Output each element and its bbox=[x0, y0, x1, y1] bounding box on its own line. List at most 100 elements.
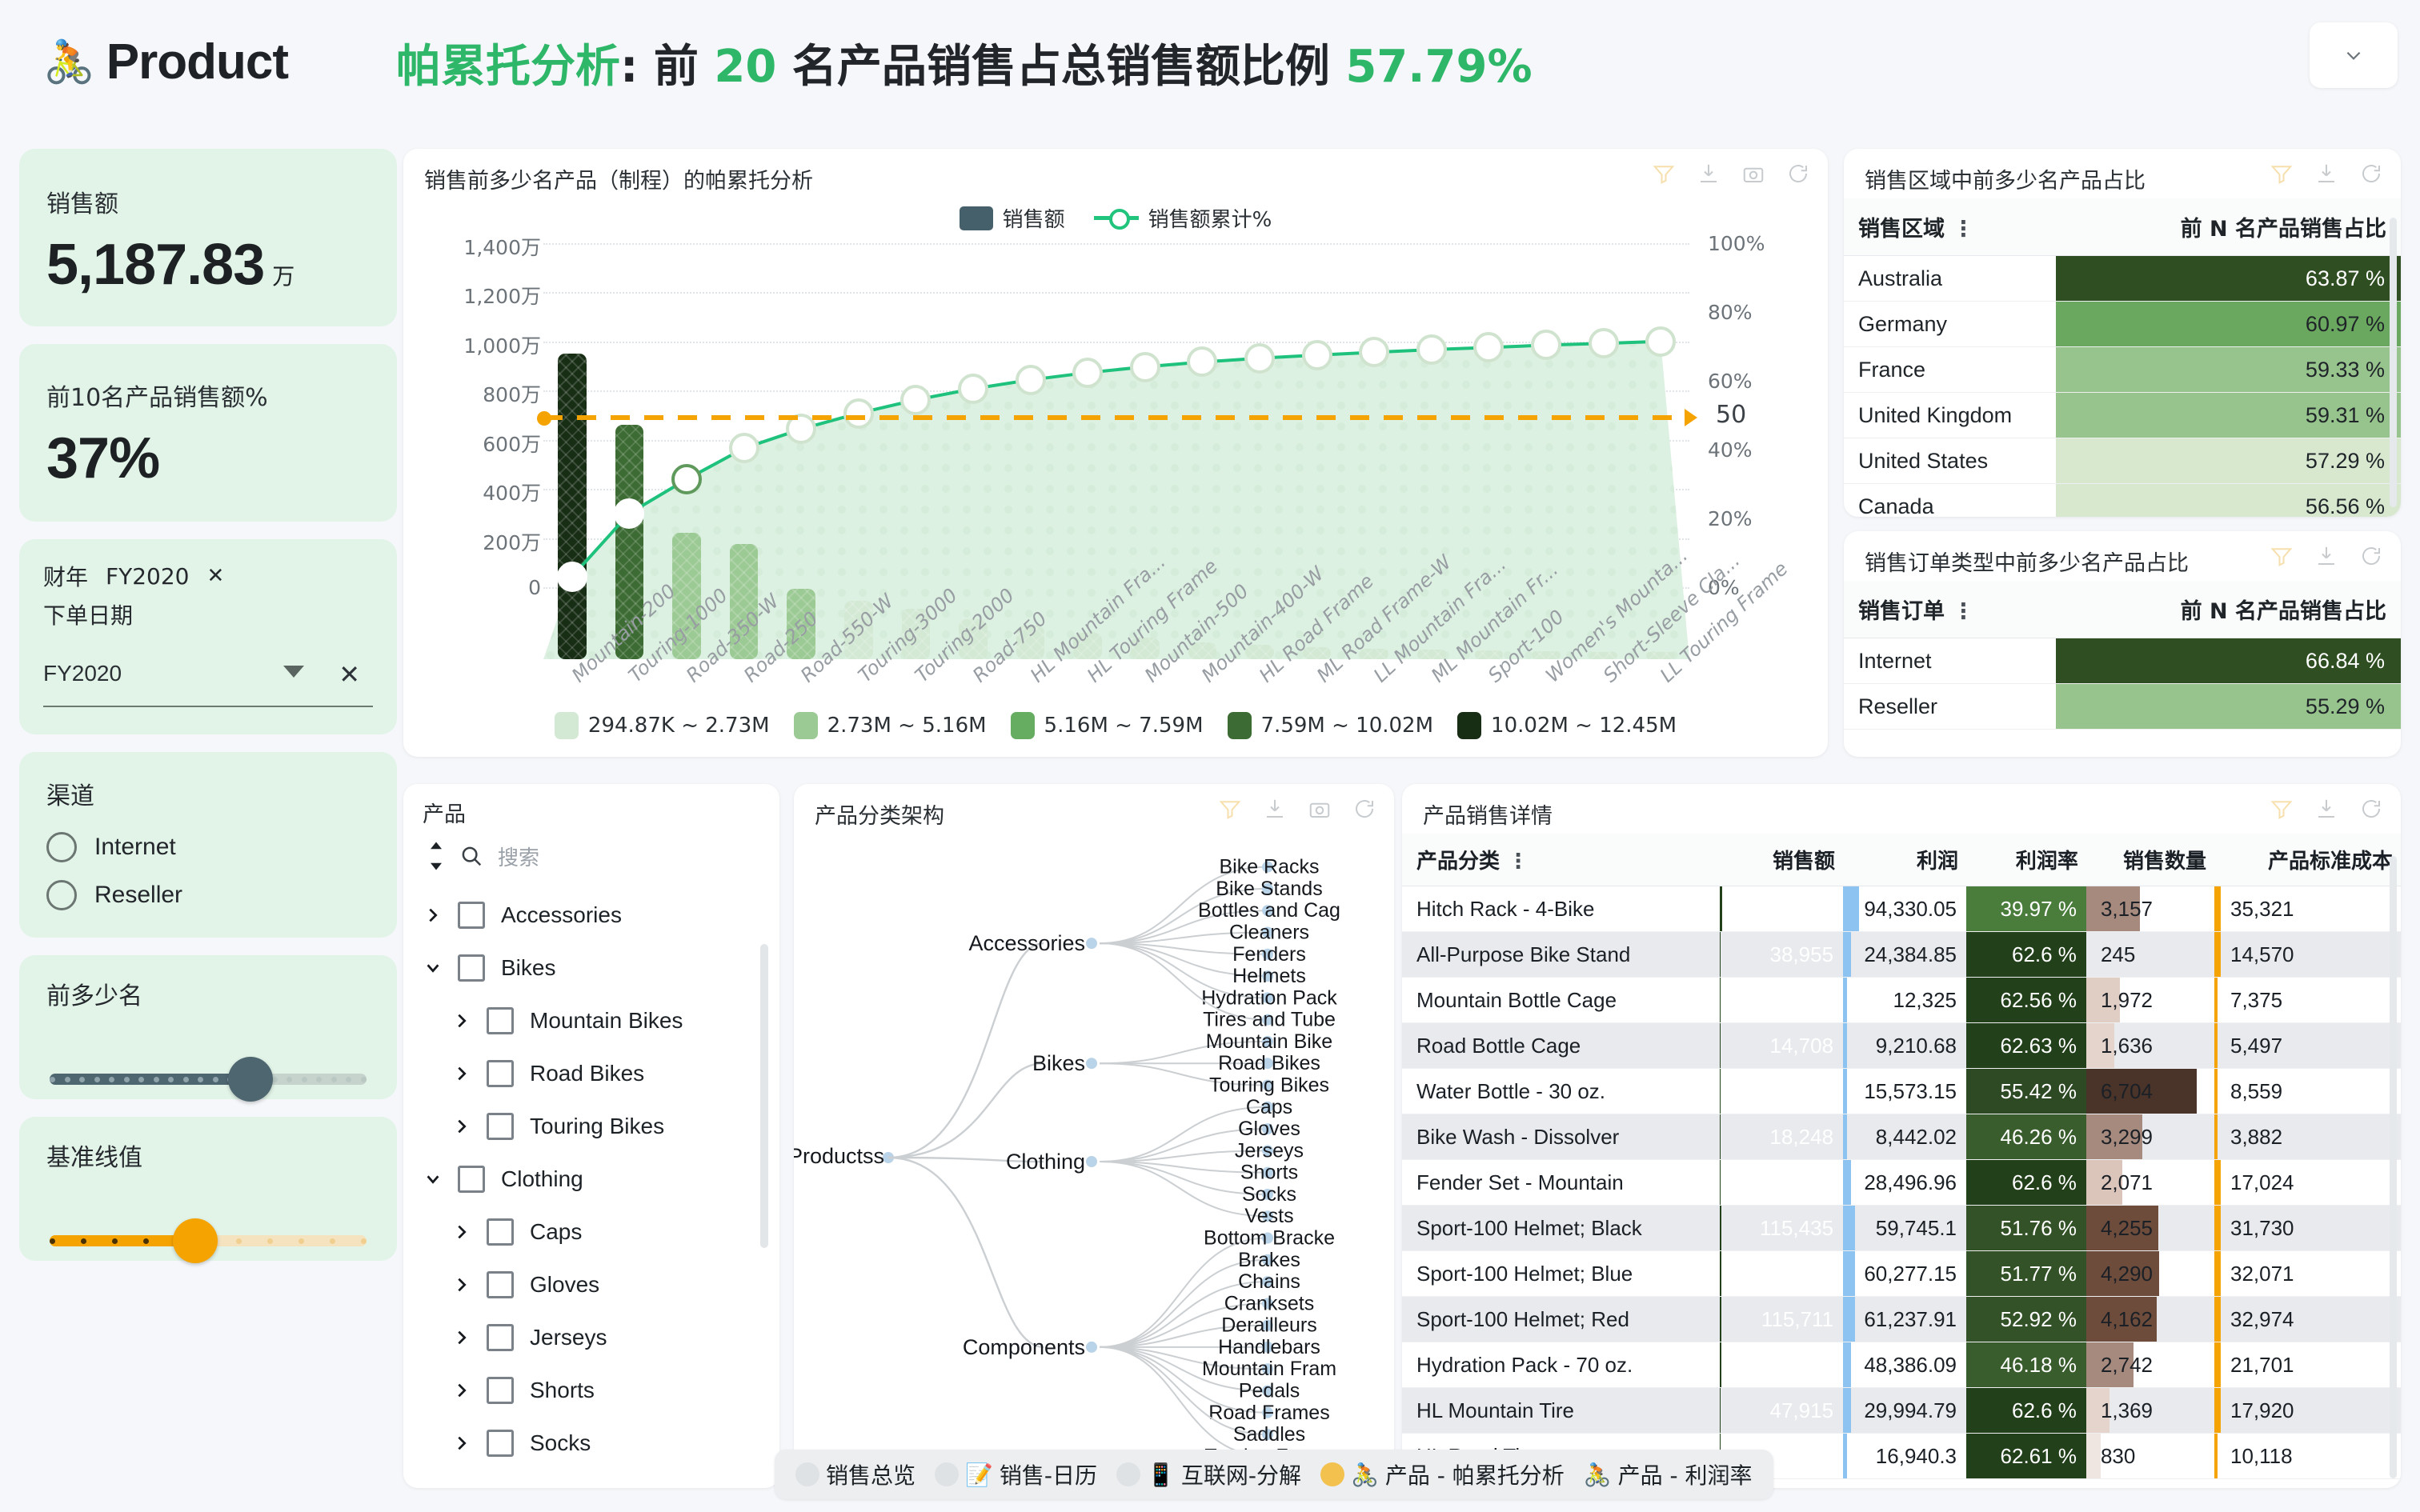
details-col-qty[interactable]: 销售数量 bbox=[2085, 834, 2214, 886]
table-row[interactable]: Sport-100 Helmet; Black 115,435 59,745.1 51… bbox=[1402, 1205, 2401, 1251]
refresh-icon[interactable] bbox=[2359, 797, 2383, 821]
region-col-name[interactable]: 销售区域 ⋮ bbox=[1844, 198, 2056, 256]
checkbox[interactable] bbox=[487, 1271, 514, 1298]
table-row[interactable]: United Kingdom 59.31 % bbox=[1844, 392, 2401, 438]
tree-item-shorts[interactable]: Shorts bbox=[424, 1364, 779, 1417]
chevron-down-icon[interactable] bbox=[424, 959, 442, 977]
table-row[interactable]: Water Bottle - 30 oz. 15,573.15 55.42 % 6,7… bbox=[1402, 1068, 2401, 1114]
order-col-name[interactable]: 销售订单 ⋮ bbox=[1844, 581, 2056, 638]
line-marker[interactable] bbox=[1187, 346, 1218, 378]
tree-item-mountain-bikes[interactable]: Mountain Bikes bbox=[424, 994, 779, 1047]
refresh-icon[interactable] bbox=[1352, 797, 1376, 821]
chevron-right-icon[interactable] bbox=[453, 1382, 471, 1399]
chevron-right-icon[interactable] bbox=[453, 1012, 471, 1030]
color-legend-item[interactable]: 294.87K ~ 2.73M bbox=[554, 712, 770, 739]
details-col-rate[interactable]: 利润率 bbox=[1966, 834, 2086, 886]
chevron-right-icon[interactable] bbox=[453, 1276, 471, 1294]
line-marker[interactable] bbox=[1129, 351, 1160, 382]
chevron-right-icon[interactable] bbox=[453, 1065, 471, 1082]
tab-销售总览[interactable]: 销售总览 bbox=[787, 1454, 924, 1495]
column-menu-icon[interactable]: ⋮ bbox=[1508, 850, 1529, 874]
line-marker[interactable] bbox=[900, 384, 932, 415]
checkbox[interactable] bbox=[458, 954, 485, 982]
tab-互联网分解[interactable]: 📱 互联网-分解 bbox=[1108, 1454, 1309, 1495]
fiscal-year-chip[interactable]: FY2020 bbox=[106, 563, 189, 590]
checkbox[interactable] bbox=[458, 902, 485, 929]
line-marker[interactable] bbox=[1416, 334, 1447, 365]
checkbox[interactable] bbox=[487, 1113, 514, 1140]
tree-item-accessories[interactable]: Accessories bbox=[424, 889, 779, 942]
download-icon[interactable] bbox=[2314, 162, 2338, 186]
details-col-cost[interactable]: 产品标准成本 bbox=[2214, 834, 2401, 886]
fiscal-year-chip-close-icon[interactable]: ✕ bbox=[206, 564, 224, 588]
table-row[interactable]: All-Purpose Bike Stand 38,955 24,384.85 62.… bbox=[1402, 931, 2401, 978]
table-row[interactable]: Germany 60.97 % bbox=[1844, 301, 2401, 347]
line-marker[interactable] bbox=[1244, 342, 1275, 374]
line-marker[interactable] bbox=[1072, 357, 1104, 388]
line-marker[interactable] bbox=[614, 498, 645, 529]
tree-item-jerseys[interactable]: Jerseys bbox=[424, 1311, 779, 1364]
line-marker[interactable] bbox=[1645, 326, 1677, 357]
chevron-down-icon[interactable] bbox=[424, 1170, 442, 1188]
tree-item-caps[interactable]: Caps bbox=[424, 1206, 779, 1258]
filter-icon[interactable] bbox=[2270, 797, 2294, 821]
camera-icon[interactable] bbox=[1741, 162, 1765, 186]
details-col-category[interactable]: 产品分类 ⋮ bbox=[1402, 834, 1721, 886]
checkbox[interactable] bbox=[487, 1430, 514, 1457]
product-tree-scrollbar[interactable] bbox=[760, 944, 768, 1248]
filter-icon[interactable] bbox=[1218, 797, 1242, 821]
legend-item-line[interactable]: 销售额累计% bbox=[1093, 203, 1272, 233]
download-icon[interactable] bbox=[2314, 797, 2338, 821]
channel-option-reseller[interactable]: Reseller bbox=[46, 880, 370, 910]
chevron-right-icon[interactable] bbox=[424, 906, 442, 924]
details-col-profit[interactable]: 利润 bbox=[1843, 834, 1967, 886]
chevron-right-icon[interactable] bbox=[453, 1118, 471, 1135]
chevron-down-icon[interactable] bbox=[283, 666, 304, 678]
legend-item-bar[interactable]: 销售额 bbox=[959, 203, 1065, 233]
clear-icon[interactable]: ✕ bbox=[339, 659, 360, 690]
checkbox[interactable] bbox=[487, 1218, 514, 1246]
collapse-panel-button[interactable] bbox=[2310, 22, 2398, 88]
line-marker[interactable] bbox=[556, 561, 587, 592]
tree-item-clothing[interactable]: Clothing bbox=[424, 1153, 779, 1206]
checkbox[interactable] bbox=[487, 1060, 514, 1087]
line-marker[interactable] bbox=[1531, 330, 1561, 361]
hierarchy-diagram[interactable]: Product.ProductssAccessoriesBike RacksBi… bbox=[794, 834, 1394, 1482]
column-menu-icon[interactable]: ⋮ bbox=[1953, 599, 1975, 624]
details-col-sales[interactable]: 销售额 bbox=[1720, 834, 1844, 886]
filter-icon[interactable] bbox=[1652, 162, 1676, 186]
tab-销售日历[interactable]: 📝 销售-日历 bbox=[927, 1454, 1105, 1495]
refresh-icon[interactable] bbox=[2359, 162, 2383, 186]
refresh-icon[interactable] bbox=[1786, 162, 1810, 186]
tab-产品帕累托分析[interactable]: 🚴 产品 - 帕累托分析 bbox=[1312, 1454, 1573, 1495]
table-row[interactable]: Mountain Bottle Cage 12,325 62.56 % 1,972 7,… bbox=[1402, 977, 2401, 1023]
radio-icon[interactable] bbox=[46, 880, 77, 910]
line-marker[interactable] bbox=[671, 464, 702, 495]
chevron-right-icon[interactable] bbox=[453, 1223, 471, 1241]
slider-baseline-thumb[interactable] bbox=[172, 1218, 218, 1263]
checkbox[interactable] bbox=[458, 1166, 485, 1193]
line-marker[interactable] bbox=[728, 433, 759, 464]
line-marker[interactable] bbox=[1588, 328, 1619, 359]
slider-topn-thumb[interactable] bbox=[227, 1057, 273, 1102]
product-search-row[interactable]: 搜索 bbox=[403, 828, 779, 881]
table-row[interactable]: Sport-100 Helmet; Blue 60,277.15 51.77 % 4,… bbox=[1402, 1250, 2401, 1297]
product-search-input[interactable]: 搜索 bbox=[498, 842, 539, 871]
table-row[interactable]: Hydration Pack - 70 oz. 48,386.09 46.18 % 2… bbox=[1402, 1342, 2401, 1388]
region-col-share[interactable]: 前 N 名产品销售占比 bbox=[2056, 198, 2401, 256]
checkbox[interactable] bbox=[487, 1007, 514, 1034]
line-marker[interactable] bbox=[958, 374, 988, 405]
color-legend-item[interactable]: 5.16M ~ 7.59M bbox=[1010, 712, 1204, 739]
filter-icon[interactable] bbox=[2270, 544, 2294, 568]
filter-icon[interactable] bbox=[2270, 162, 2294, 186]
table-row[interactable]: Reseller 55.29 % bbox=[1844, 683, 2401, 730]
channel-option-internet[interactable]: Internet bbox=[46, 832, 370, 862]
line-marker[interactable] bbox=[1301, 339, 1332, 370]
table-row[interactable]: Road Bottle Cage 14,708 9,210.68 62.63 % 1,6… bbox=[1402, 1022, 2401, 1069]
chevron-right-icon[interactable] bbox=[453, 1329, 471, 1346]
tree-item-bikes[interactable]: Bikes bbox=[424, 942, 779, 994]
camera-icon[interactable] bbox=[1308, 797, 1332, 821]
radio-icon[interactable] bbox=[46, 832, 77, 862]
table-row[interactable]: Hitch Rack - 4-Bike 2 94,330.05 39.97 % 3,15… bbox=[1402, 886, 2401, 932]
slider-baseline[interactable] bbox=[46, 1216, 370, 1264]
